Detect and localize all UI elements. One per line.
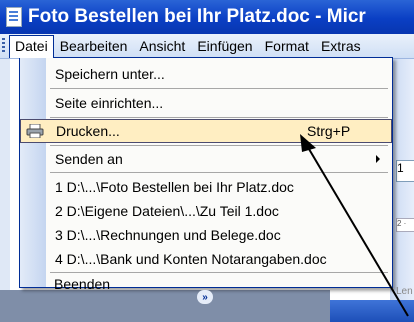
menu-item-senden-an[interactable]: Senden an [20,147,392,171]
printer-icon [26,124,44,138]
menu-einfuegen[interactable]: Einfügen [191,35,258,57]
menu-item-speichern-unter[interactable]: Speichern unter... [20,62,392,86]
menu-item-drucken[interactable]: Drucken... Strg+P [20,119,392,143]
window-title: Foto Bestellen bei Ihr Platz.doc - Micr [28,6,366,27]
menubar-grip-icon[interactable] [2,38,5,54]
submenu-arrow-icon [376,155,380,163]
file-menu-dropdown: Speichern unter... Seite einrichten... D… [19,57,393,288]
ruler: 2 · [396,218,414,232]
menu-separator [50,145,388,146]
menu-item-label: 1 D:\...\Foto Bestellen bei Ihr Platz.do… [55,179,294,195]
taskpane-header [330,300,414,322]
word-document-icon [6,7,22,27]
menu-item-recent-file-2[interactable]: 2 D:\Eigene Dateien\...\Zu Teil 1.doc [20,199,392,223]
toolbar-area [390,58,414,322]
menu-item-label: Drucken... [56,123,120,139]
menu-separator [50,172,388,173]
menu-item-label: Speichern unter... [55,66,165,82]
menu-format[interactable]: Format [259,35,315,57]
menu-item-label: Seite einrichten... [55,95,164,111]
menu-item-label: Beenden [54,276,111,292]
menu-item-seite-einrichten[interactable]: Seite einrichten... [20,91,392,115]
menu-item-shortcut: Strg+P [307,123,351,139]
menu-bearbeiten[interactable]: Bearbeiten [54,35,134,57]
menu-item-recent-file-3[interactable]: 3 D:\...\Rechnungen und Belege.doc [20,223,392,247]
menu-separator [50,88,388,89]
menu-item-label: 4 D:\...\Bank und Konten Notarangaben.do… [55,251,327,267]
menu-bar: Datei Bearbeiten Ansicht Einfügen Format… [0,34,414,59]
document-text-fragment: Len [396,286,413,297]
menu-item-recent-file-4[interactable]: 4 D:\...\Bank und Konten Notarangaben.do… [20,247,392,271]
expand-menu-icon[interactable]: » [197,290,213,304]
title-bar: Foto Bestellen bei Ihr Platz.doc - Micr [0,0,414,34]
menu-ansicht[interactable]: Ansicht [133,35,191,57]
font-size-box[interactable]: 1 [396,160,414,182]
menu-item-label: 3 D:\...\Rechnungen und Belege.doc [55,227,281,243]
menu-datei[interactable]: Datei [9,34,54,58]
menu-item-recent-file-1[interactable]: 1 D:\...\Foto Bestellen bei Ihr Platz.do… [20,175,392,199]
menu-item-label: Senden an [55,151,123,167]
menu-extras[interactable]: Extras [315,35,367,57]
document-area-left [0,58,10,322]
menu-item-label: 2 D:\Eigene Dateien\...\Zu Teil 1.doc [55,203,279,219]
menu-separator [50,117,388,118]
